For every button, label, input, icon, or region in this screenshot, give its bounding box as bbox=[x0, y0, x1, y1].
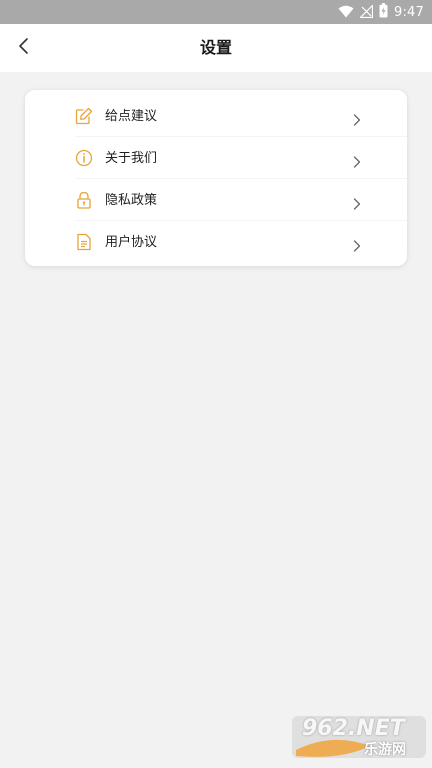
watermark-subtitle: 乐游网 bbox=[364, 742, 406, 758]
watermark-logo: 962.NET 乐游网 bbox=[292, 712, 426, 762]
page-title: 设置 bbox=[199, 38, 232, 57]
info-icon bbox=[75, 149, 93, 167]
menu-item-label: 关于我们 bbox=[105, 151, 158, 166]
menu-item-privacy[interactable]: 隐私政策 bbox=[25, 178, 407, 220]
status-icons: 9:47 bbox=[338, 0, 424, 24]
watermark-brand: 962.NET bbox=[302, 716, 405, 741]
lock-icon bbox=[75, 191, 93, 209]
chevron-right-icon bbox=[353, 237, 361, 252]
status-time: 9:47 bbox=[394, 4, 424, 20]
edit-icon bbox=[75, 107, 93, 125]
chevron-right-icon bbox=[353, 195, 361, 210]
menu-item-about[interactable]: 关于我们 bbox=[25, 136, 407, 178]
menu-item-user-agreement[interactable]: 用户协议 bbox=[25, 220, 407, 262]
signal-icon bbox=[359, 3, 374, 22]
menu-item-label: 隐私政策 bbox=[105, 193, 158, 208]
battery-icon bbox=[379, 2, 388, 22]
document-icon bbox=[75, 233, 93, 251]
menu-item-label: 用户协议 bbox=[105, 235, 158, 250]
status-bar: 9:47 bbox=[0, 0, 432, 24]
chevron-right-icon bbox=[353, 153, 361, 168]
wifi-icon bbox=[338, 3, 354, 22]
menu-item-label: 给点建议 bbox=[105, 109, 158, 124]
app-header: 设置 bbox=[0, 24, 432, 72]
settings-card: 给点建议 关于我们 隐私政策 用户协议 bbox=[25, 90, 407, 266]
chevron-right-icon bbox=[353, 111, 361, 126]
menu-item-feedback[interactable]: 给点建议 bbox=[25, 94, 407, 136]
